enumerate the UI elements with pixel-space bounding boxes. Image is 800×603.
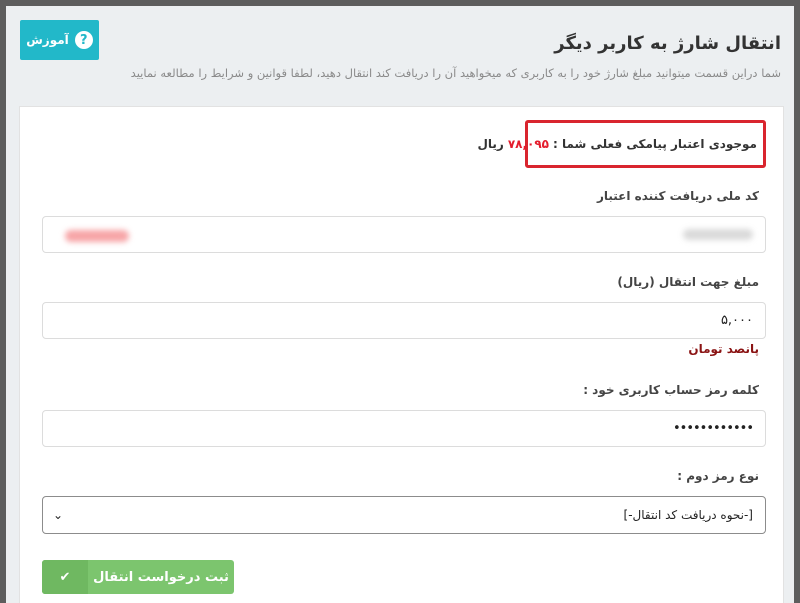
check-icon: ✔ [42, 560, 88, 594]
balance-label: موجودی اعتبار پیامکی فعلی شما : [553, 137, 757, 151]
amount-field[interactable]: ۵,۰۰۰ [42, 302, 766, 339]
second-pass-selected: [-نحوه دریافت کد انتقال-] [623, 508, 753, 522]
page-header: انتقال شارژ به کاربر دیگر شما دراین قسمت… [6, 6, 794, 108]
transfer-form-card: موجودی اعتبار پیامکی فعلی شما : ۷۸,۰۹۵ ر… [19, 106, 784, 603]
redacted-value-left [65, 230, 129, 242]
page-title: انتقال شارژ به کاربر دیگر [554, 33, 781, 54]
help-button-label: آموزش [26, 33, 69, 47]
national-code-label: کد ملی دریافت کننده اعتبار [596, 189, 759, 203]
chevron-down-icon: ⌄ [53, 508, 64, 522]
app-window: انتقال شارژ به کاربر دیگر شما دراین قسمت… [6, 6, 794, 603]
second-pass-label: نوع رمز دوم : [677, 469, 759, 483]
amount-in-words: پانصد تومان [688, 342, 759, 356]
password-value: •••••••••••• [672, 421, 754, 436]
password-label: کلمه رمز حساب کاربری خود : [583, 383, 759, 397]
national-code-field[interactable] [42, 216, 766, 253]
balance-box: موجودی اعتبار پیامکی فعلی شما : ۷۸,۰۹۵ ر… [477, 120, 766, 168]
amount-label: مبلغ جهت انتقال (ریال) [617, 275, 759, 289]
submit-label: ثبت درخواست انتقال [93, 569, 229, 585]
question-icon: ? [74, 31, 93, 49]
redacted-value [683, 229, 753, 240]
balance-currency: ریال [477, 137, 504, 151]
password-field[interactable]: •••••••••••• [42, 410, 766, 447]
submit-transfer-button[interactable]: ✔ ثبت درخواست انتقال [42, 560, 234, 594]
page-description: شما دراین قسمت میتوانید مبلغ شارژ خود را… [130, 66, 781, 80]
second-pass-select[interactable]: [-نحوه دریافت کد انتقال-] ⌄ [42, 496, 766, 534]
amount-value: ۵,۰۰۰ [720, 313, 753, 328]
balance-amount: ۷۸,۰۹۵ [507, 137, 550, 151]
help-button[interactable]: ? آموزش [20, 20, 99, 60]
